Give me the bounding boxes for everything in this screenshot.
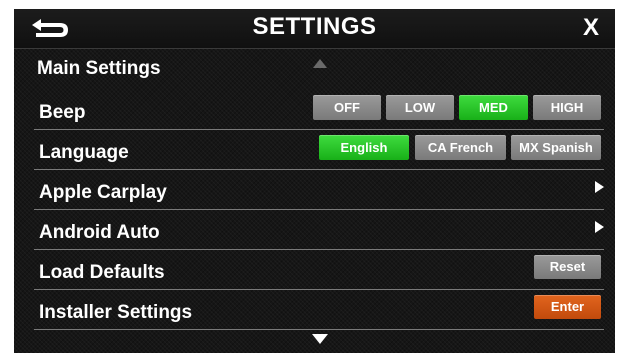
beep-low-button[interactable]: LOW [386, 95, 454, 120]
language-label: Language [39, 142, 129, 163]
language-row: Language English CA French MX Spanish [34, 130, 604, 170]
load-defaults-label: Load Defaults [39, 262, 165, 283]
settings-screen: SETTINGS X Main Settings Beep OFF LOW ME… [14, 9, 615, 353]
installer-settings-label: Installer Settings [39, 302, 193, 323]
enter-button[interactable]: Enter [534, 295, 601, 319]
beep-med-button[interactable]: MED [459, 95, 528, 120]
installer-settings-row: Installer Settings Enter [34, 290, 604, 330]
scroll-up-icon[interactable] [313, 59, 327, 68]
android-auto-label: Android Auto [39, 222, 160, 243]
apple-carplay-label: Apple Carplay [39, 182, 167, 203]
page-title: SETTINGS [252, 13, 377, 40]
android-auto-row[interactable]: Android Auto [34, 210, 604, 250]
apple-carplay-row[interactable]: Apple Carplay [34, 170, 604, 210]
language-english-button[interactable]: English [319, 135, 409, 160]
language-mx-spanish-button[interactable]: MX Spanish [511, 135, 601, 160]
chevron-right-icon[interactable] [595, 181, 604, 193]
title-bar: SETTINGS X [14, 9, 615, 49]
beep-off-button[interactable]: OFF [313, 95, 381, 120]
scroll-down-icon[interactable] [312, 334, 328, 344]
section-title: Main Settings [37, 58, 161, 79]
reset-button[interactable]: Reset [534, 255, 601, 279]
beep-row: Beep OFF LOW MED HIGH [34, 90, 604, 130]
close-button[interactable]: X [583, 14, 599, 42]
load-defaults-row: Load Defaults Reset [34, 250, 604, 290]
beep-label: Beep [39, 102, 86, 123]
beep-high-button[interactable]: HIGH [533, 95, 601, 120]
chevron-right-icon[interactable] [595, 221, 604, 233]
language-ca-french-button[interactable]: CA French [415, 135, 506, 160]
